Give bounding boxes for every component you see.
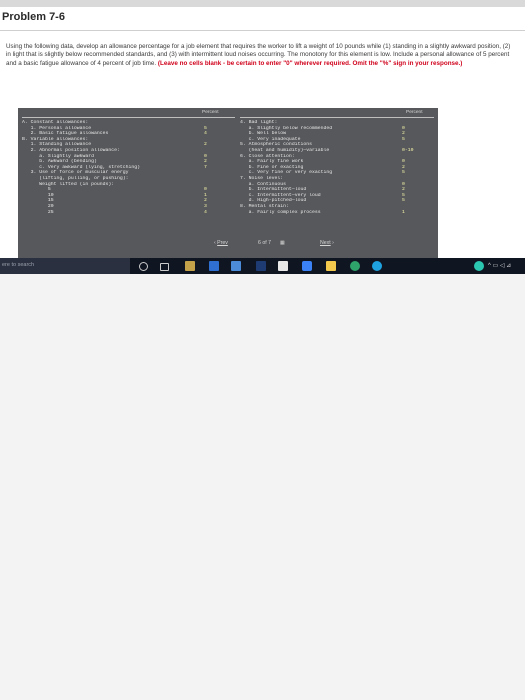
task-view-icon[interactable] xyxy=(160,263,169,271)
browser-top-strip xyxy=(0,0,525,7)
prompt-warning: (Leave no cells blank - be certain to en… xyxy=(157,59,463,67)
blank-desktop-area xyxy=(0,274,525,700)
left-values-column: 54202701234 xyxy=(204,120,224,215)
problem-title: Problem 7-6 xyxy=(2,11,65,23)
page-indicator: 6 of 7 xyxy=(258,240,271,246)
edge-icon[interactable] xyxy=(209,261,219,271)
problem-prompt: Using the following data, develop an all… xyxy=(6,43,516,68)
system-tray-icons[interactable]: ^ ▭ ◁ ⊿ xyxy=(488,261,522,271)
right-allowance-value: 1 xyxy=(402,209,405,215)
chrome-icon[interactable] xyxy=(350,261,360,271)
app-icon[interactable] xyxy=(326,261,336,271)
amazon-icon[interactable] xyxy=(278,261,288,271)
taskbar-search-placeholder: ere to search xyxy=(2,262,35,268)
mail-icon[interactable] xyxy=(256,261,266,271)
right-header-rule xyxy=(240,117,434,118)
windows-taskbar: ere to search ^ ▭ ◁ ⊿ xyxy=(0,258,525,274)
allowance-table-image: Percent Percent A. Constant allowances: … xyxy=(18,108,438,258)
left-allowance-value: 4 xyxy=(204,209,207,215)
store-icon[interactable] xyxy=(231,261,241,271)
grid-icon[interactable]: ▦ xyxy=(280,240,285,246)
right-percent-header: Percent xyxy=(406,110,423,115)
right-values-column: 0 2 5 0-10 0 2 5 0 2 5 5 1 xyxy=(402,120,426,215)
taskbar-search-box[interactable]: ere to search xyxy=(0,258,130,274)
notification-avatar-icon[interactable] xyxy=(474,261,484,271)
browser-icon[interactable] xyxy=(372,261,382,271)
left-labels-column: A. Constant allowances: 1. Personal allo… xyxy=(22,120,190,215)
left-percent-header: Percent xyxy=(202,110,219,115)
right-labels-column: 4. Bad light: a. Slightly below recommen… xyxy=(240,120,400,215)
right-allowance-label: a. Fairly complex process xyxy=(240,209,321,215)
pagination: ‹ Prev 6 of 7 ▦ Next › xyxy=(214,240,354,250)
title-divider xyxy=(0,30,525,31)
cortana-icon[interactable] xyxy=(139,262,148,271)
left-header-rule xyxy=(22,117,235,118)
dropbox-icon[interactable] xyxy=(302,261,312,271)
left-allowance-label: 25 xyxy=(22,209,54,215)
file-explorer-icon[interactable] xyxy=(185,261,195,271)
next-button[interactable]: Next › xyxy=(320,240,334,246)
prev-button[interactable]: ‹ Prev xyxy=(214,240,228,246)
